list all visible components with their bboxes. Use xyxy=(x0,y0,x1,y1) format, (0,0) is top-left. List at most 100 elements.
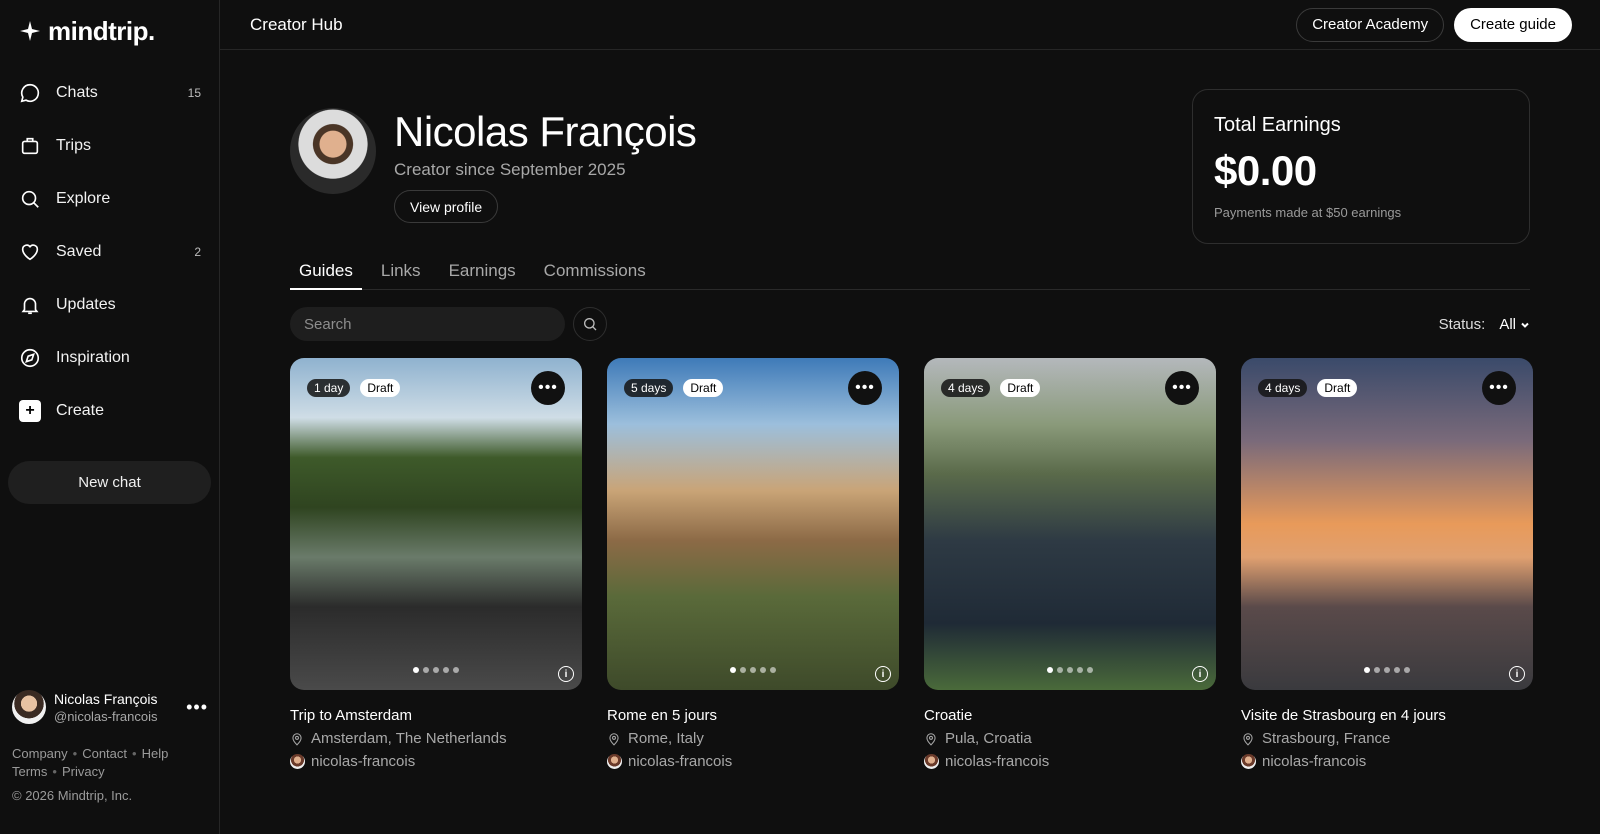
guide-location-text: Amsterdam, The Netherlands xyxy=(311,730,507,747)
guide-image[interactable]: 4 days Draft ••• i xyxy=(924,358,1216,690)
search-button[interactable] xyxy=(573,307,607,341)
sidebar-item-inspiration[interactable]: Inspiration xyxy=(0,331,219,384)
earnings-card: Total Earnings $0.00 Payments made at $5… xyxy=(1192,89,1530,244)
location-pin-icon xyxy=(609,732,619,746)
tab-commissions[interactable]: Commissions xyxy=(535,255,655,290)
guide-title[interactable]: Trip to Amsterdam xyxy=(290,707,582,724)
guide-image[interactable]: 1 day Draft ••• i xyxy=(290,358,582,690)
more-icon[interactable]: ••• xyxy=(1482,371,1516,405)
sidebar-user-handle: @nicolas-francois xyxy=(54,708,158,724)
search-bar xyxy=(290,307,607,341)
suitcase-icon xyxy=(18,134,42,158)
guides-grid: 1 day Draft ••• i Trip to Amsterdam Amst… xyxy=(290,358,1533,770)
sidebar-user[interactable]: Nicolas François @nicolas-francois ••• xyxy=(12,690,208,724)
more-icon[interactable]: ••• xyxy=(531,371,565,405)
location-pin-icon xyxy=(1243,732,1253,746)
info-icon[interactable]: i xyxy=(558,666,574,682)
new-chat-button[interactable]: New chat xyxy=(8,461,211,504)
avatar xyxy=(1241,754,1256,769)
sidebar-item-saved[interactable]: Saved 2 xyxy=(0,225,219,278)
sidebar-item-updates[interactable]: Updates xyxy=(0,278,219,331)
sidebar-item-label: Trips xyxy=(56,136,91,154)
create-guide-button[interactable]: Create guide xyxy=(1454,7,1572,42)
status-dropdown[interactable]: All xyxy=(1499,316,1530,333)
duration-badge: 4 days xyxy=(1258,379,1308,397)
guide-author: nicolas-francois xyxy=(607,753,899,770)
main-content: Creator Hub Creator Academy Create guide… xyxy=(220,0,1600,834)
tab-links[interactable]: Links xyxy=(372,255,430,290)
guide-card[interactable]: 4 days Draft ••• i Croatie Pula, Croatia… xyxy=(924,358,1216,770)
duration-badge: 1 day xyxy=(307,379,351,397)
tabs: Guides Links Earnings Commissions xyxy=(290,255,1530,290)
info-icon[interactable]: i xyxy=(875,666,891,682)
info-icon[interactable]: i xyxy=(1509,666,1525,682)
app-root: mindtrip. Chats 15 Trips Explore Saved 2 xyxy=(0,0,1600,834)
sidebar-item-create[interactable]: + Create xyxy=(0,384,219,437)
topbar: Creator Hub Creator Academy Create guide xyxy=(220,0,1600,50)
tab-guides[interactable]: Guides xyxy=(290,255,362,290)
guide-badges: 1 day Draft xyxy=(307,379,401,397)
sidebar-item-label: Explore xyxy=(56,189,111,207)
status-badge: Draft xyxy=(1000,379,1041,397)
carousel-dots[interactable] xyxy=(730,667,776,673)
guide-badges: 4 days Draft xyxy=(941,379,1041,397)
contact-link[interactable]: Contact xyxy=(82,746,127,761)
brand-name: mindtrip. xyxy=(48,15,155,46)
guide-card[interactable]: 4 days Draft ••• i Visite de Strasbourg … xyxy=(1241,358,1533,770)
sidebar-item-trips[interactable]: Trips xyxy=(0,119,219,172)
carousel-dots[interactable] xyxy=(413,667,459,673)
guide-title[interactable]: Visite de Strasbourg en 4 jours xyxy=(1241,707,1533,724)
more-icon[interactable]: ••• xyxy=(1165,371,1199,405)
duration-badge: 4 days xyxy=(941,379,991,397)
guide-author-text: nicolas-francois xyxy=(1262,753,1367,770)
company-link[interactable]: Company xyxy=(12,746,68,761)
guide-title[interactable]: Rome en 5 jours xyxy=(607,707,899,724)
footer-links: Company • Contact • Help Terms • Privacy xyxy=(12,746,169,779)
guide-card[interactable]: 5 days Draft ••• i Rome en 5 jours Rome,… xyxy=(607,358,899,770)
profile-header: Nicolas François Creator since September… xyxy=(290,108,697,223)
profile-info: Nicolas François Creator since September… xyxy=(394,108,697,223)
status-badge: Draft xyxy=(1317,379,1358,397)
sidebar-user-text: Nicolas François @nicolas-francois xyxy=(54,691,186,724)
sidebar-item-count: 15 xyxy=(187,85,201,100)
search-icon xyxy=(584,318,597,331)
guide-author: nicolas-francois xyxy=(924,753,1216,770)
help-link[interactable]: Help xyxy=(142,746,169,761)
terms-link[interactable]: Terms xyxy=(12,764,47,779)
tab-earnings[interactable]: Earnings xyxy=(440,255,525,290)
sparkle-icon xyxy=(20,21,40,41)
view-profile-button[interactable]: View profile xyxy=(394,190,499,223)
more-icon[interactable]: ••• xyxy=(848,371,882,405)
carousel-dots[interactable] xyxy=(1047,667,1093,673)
guide-location: Pula, Croatia xyxy=(924,730,1216,747)
avatar xyxy=(607,754,622,769)
info-icon[interactable]: i xyxy=(1192,666,1208,682)
status-filter: Status: All xyxy=(1439,316,1530,333)
guide-image[interactable]: 5 days Draft ••• i xyxy=(607,358,899,690)
avatar xyxy=(290,754,305,769)
guide-card[interactable]: 1 day Draft ••• i Trip to Amsterdam Amst… xyxy=(290,358,582,770)
sidebar-item-chats[interactable]: Chats 15 xyxy=(0,66,219,119)
search-input[interactable] xyxy=(290,307,565,341)
sidebar-item-label: Inspiration xyxy=(56,348,130,366)
location-pin-icon xyxy=(292,732,302,746)
location-pin-icon xyxy=(926,732,936,746)
guide-title[interactable]: Croatie xyxy=(924,707,1216,724)
guide-location-text: Rome, Italy xyxy=(628,730,704,747)
profile-name: Nicolas François xyxy=(394,108,697,155)
carousel-dots[interactable] xyxy=(1364,667,1410,673)
creator-academy-button[interactable]: Creator Academy xyxy=(1296,7,1445,42)
brand-logo[interactable]: mindtrip. xyxy=(0,0,219,50)
guide-location: Strasbourg, France xyxy=(1241,730,1533,747)
more-icon[interactable]: ••• xyxy=(186,697,208,718)
search-icon xyxy=(18,187,42,211)
status-label: Status: xyxy=(1438,316,1486,333)
guide-image[interactable]: 4 days Draft ••• i xyxy=(1241,358,1533,690)
status-value: All xyxy=(1499,316,1516,333)
avatar xyxy=(924,754,939,769)
sidebar-item-explore[interactable]: Explore xyxy=(0,172,219,225)
privacy-link[interactable]: Privacy xyxy=(62,764,105,779)
sidebar-item-count: 2 xyxy=(194,244,201,259)
status-badge: Draft xyxy=(360,379,401,397)
guide-badges: 4 days Draft xyxy=(1258,379,1358,397)
